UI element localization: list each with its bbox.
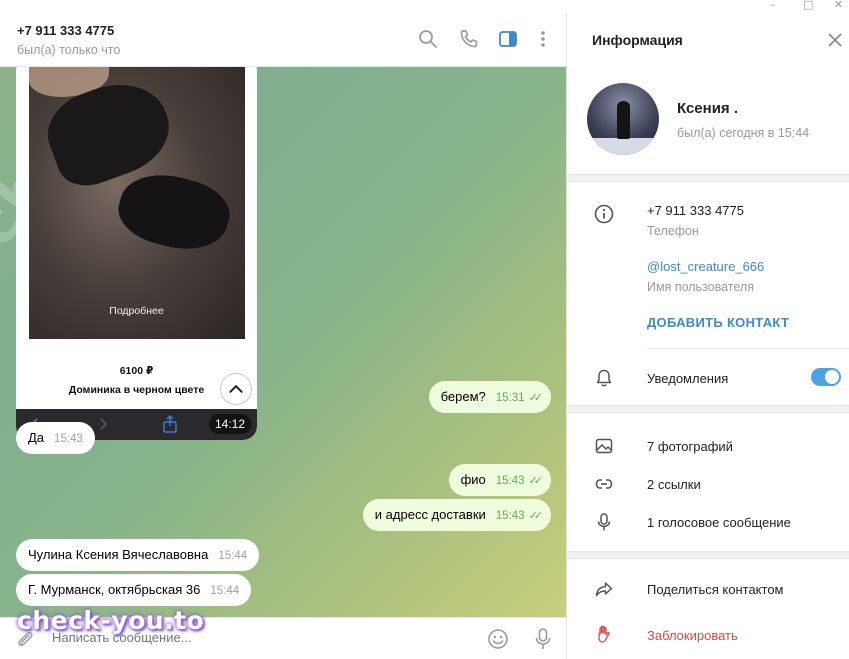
message-bubble[interactable]: и адресс доставки 15:43 ✓✓ (362, 499, 551, 531)
microphone-icon[interactable] (532, 627, 554, 651)
message-text: Чулина Ксения Вячеславовна (28, 547, 209, 562)
message-bubble[interactable]: Да 15:43 (16, 422, 95, 454)
product-card-message[interactable]: Подробнее 6100 ₽ Доминика в черном цвете (16, 67, 257, 440)
section-divider (567, 174, 849, 182)
double-check-icon: ✓✓ (528, 475, 544, 487)
divider (647, 348, 849, 349)
link-icon (595, 479, 613, 489)
username-value[interactable]: @lost_creature_666 (647, 259, 764, 274)
window-titlebar: – □ ✕ (0, 0, 849, 12)
profile-last-seen: был(а) сегодня в 15:44 (677, 126, 810, 140)
message-bubble[interactable]: фио 15:43 ✓✓ (448, 464, 551, 496)
block-button[interactable]: Заблокировать (647, 628, 738, 643)
message-bubble[interactable]: берем? 15:31 ✓✓ (428, 381, 551, 413)
block-hand-icon (598, 625, 610, 643)
photo-icon (595, 438, 613, 454)
message-text: фио (460, 472, 486, 487)
search-icon[interactable] (417, 28, 439, 50)
more-vertical-icon[interactable] (532, 28, 554, 50)
message-time: 15:43 (495, 510, 525, 522)
chat-messages-area: check-you.to Подробнее 6100 ₽ Доминика в… (0, 67, 566, 629)
section-divider (567, 405, 849, 413)
message-bubble[interactable]: Чулина Ксения Вячеславовна 15:44 (16, 539, 260, 571)
photos-link[interactable]: 7 фотографий (647, 439, 733, 454)
product-image[interactable] (29, 67, 245, 339)
chat-status: был(а) только что (17, 43, 121, 57)
minimize-button[interactable]: – (770, 0, 776, 11)
share-icon (163, 415, 177, 433)
section-divider (567, 551, 849, 559)
close-icon[interactable] (826, 31, 844, 49)
avatar[interactable] (587, 83, 659, 155)
message-bubble[interactable]: Г. Мурманск, октябрьская 36 15:44 (16, 574, 252, 606)
share-contact-button[interactable]: Поделиться контактом (647, 582, 784, 597)
notifications-label: Уведомления (647, 371, 729, 386)
message-time: 15:44 (210, 585, 240, 597)
info-icon (594, 204, 614, 224)
forward-arrow-icon (100, 418, 108, 430)
message-time: 15:43 (54, 433, 83, 445)
emoji-icon[interactable] (487, 628, 509, 650)
chat-header[interactable]: +7 911 333 4775 был(а) только что (0, 12, 566, 67)
double-check-icon: ✓✓ (528, 510, 544, 522)
sidebar-toggle-icon[interactable] (497, 28, 519, 50)
info-panel: Информация Ксения . был(а) сегодня в 15:… (566, 12, 849, 659)
message-time: 15:44 (218, 550, 248, 562)
message-time: 15:31 (495, 392, 525, 404)
notifications-toggle[interactable] (811, 368, 841, 386)
add-contact-button[interactable]: ДОБАВИТЬ КОНТАКТ (647, 315, 789, 330)
message-text: берем? (440, 389, 486, 404)
close-window-button[interactable]: ✕ (834, 0, 843, 11)
chevron-up-icon[interactable] (220, 373, 252, 405)
message-time: 14:12 (208, 414, 251, 434)
voice-messages-link[interactable]: 1 голосовое сообщение (647, 515, 791, 530)
chat-pane: +7 911 333 4775 был(а) только что check-… (0, 12, 566, 659)
profile-name: Ксения . (677, 100, 739, 117)
message-time: 15:43 (495, 475, 525, 487)
message-text: Г. Мурманск, октябрьская 36 (28, 582, 201, 597)
microphone-icon (597, 513, 611, 531)
bell-icon (596, 369, 612, 387)
more-link[interactable]: Подробнее (16, 305, 257, 317)
phone-value[interactable]: +7 911 333 4775 (647, 203, 744, 218)
maximize-button[interactable]: □ (803, 0, 813, 11)
phone-icon[interactable] (458, 28, 480, 50)
message-text: и адресс доставки (374, 507, 486, 522)
watermark-logo: check-you.to (17, 606, 205, 635)
product-price: 6100 ₽ (119, 365, 154, 377)
chat-title[interactable]: +7 911 333 4775 (17, 23, 114, 38)
username-label: Имя пользователя (647, 280, 754, 294)
double-check-icon: ✓✓ (528, 392, 544, 404)
message-text: Да (28, 430, 45, 445)
info-title: Информация (592, 32, 683, 48)
share-arrow-icon (595, 582, 613, 597)
links-link[interactable]: 2 ссылки (647, 477, 701, 492)
phone-label: Телефон (647, 224, 699, 238)
